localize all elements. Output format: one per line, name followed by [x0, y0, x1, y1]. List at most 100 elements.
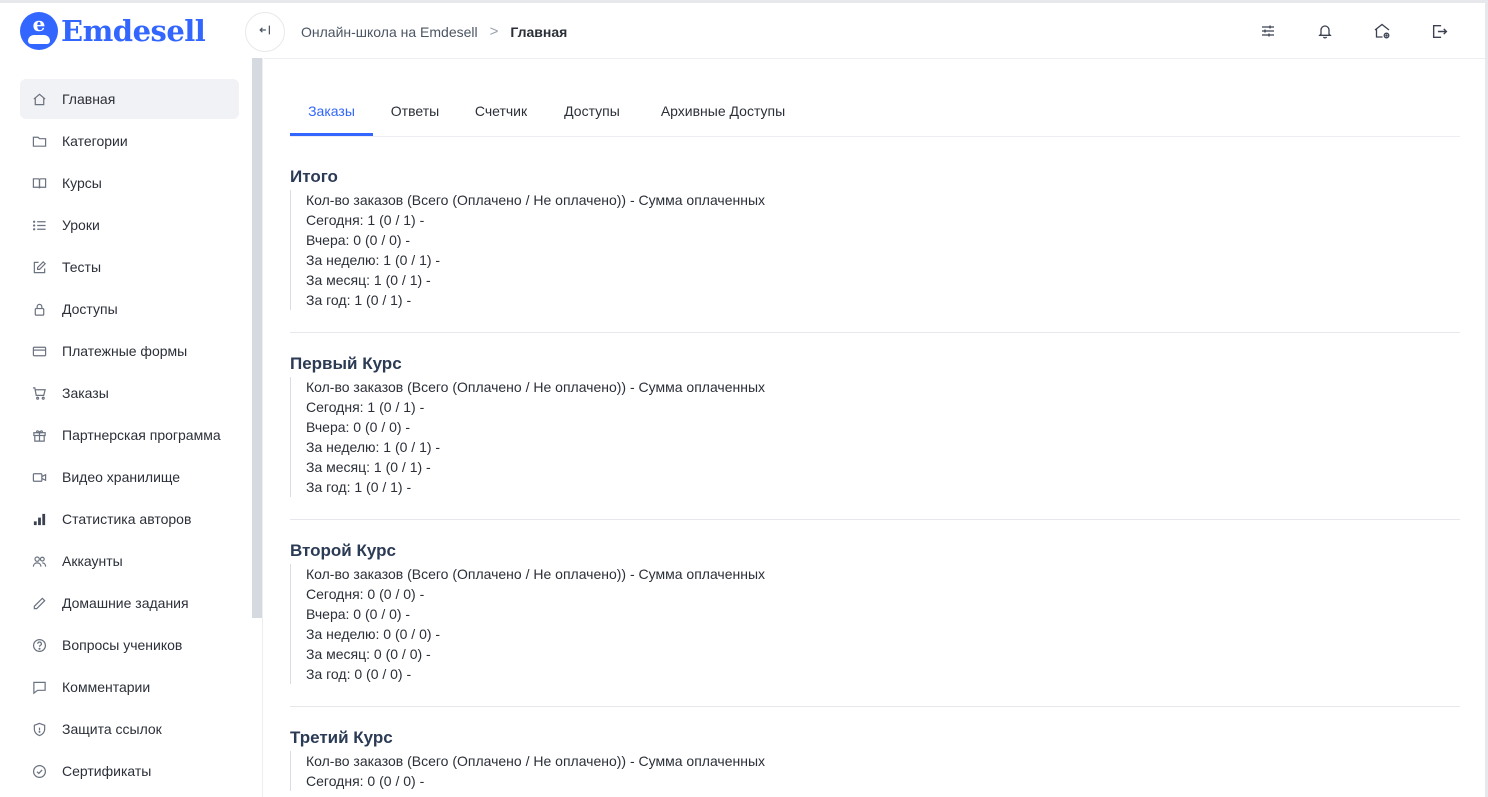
chevron-right-icon: >	[489, 23, 499, 40]
sidebar-item-label: Тесты	[62, 259, 102, 275]
section-divider	[290, 332, 1460, 333]
tab-answers[interactable]: Ответы	[379, 85, 451, 136]
sidebar-item-student-questions[interactable]: Вопросы учеников	[20, 625, 239, 665]
sidebar-item-label: Уроки	[62, 217, 100, 233]
sidebar-item-label: Вопросы учеников	[62, 637, 183, 653]
sidebar-item-label: Платежные формы	[62, 343, 188, 359]
stats-header-line: Кол-во заказов (Всего (Оплачено / Не опл…	[306, 192, 766, 208]
stats-header-line: Кол-во заказов (Всего (Оплачено / Не опл…	[306, 379, 766, 395]
tab-archived-access[interactable]: Архивные Доступы	[648, 85, 798, 136]
stat-yesterday: Вчера: 0 (0 / 0) -	[306, 232, 411, 248]
stats-list: Кол-во заказов (Всего (Оплачено / Не опл…	[290, 377, 1460, 497]
stat-week: За неделю: 1 (0 / 1) -	[306, 439, 441, 455]
logo-mark-letter: e	[32, 12, 46, 36]
video-icon	[31, 469, 47, 485]
sidebar-item-label: Доступы	[62, 301, 118, 317]
sidebar-item-label: Заказы	[62, 385, 109, 401]
sidebar-item-label: Главная	[62, 91, 116, 107]
list-icon	[31, 217, 47, 233]
sidebar-item-access[interactable]: Доступы	[20, 289, 239, 329]
lock-icon	[31, 301, 47, 317]
sidebar-item-link-protection[interactable]: Защита ссылок	[20, 709, 239, 749]
brand-logo[interactable]: e Emdesell	[20, 11, 206, 51]
sidebar-item-label: Статистика авторов	[62, 511, 192, 527]
sidebar-item-video-storage[interactable]: Видео хранилище	[20, 457, 239, 497]
sliders-icon[interactable]	[1257, 20, 1279, 42]
sidebar-item-label: Партнерская программа	[62, 427, 221, 443]
stat-year: За год: 1 (0 / 1) -	[306, 479, 412, 495]
sidebar-item-courses[interactable]: Курсы	[20, 163, 239, 203]
section-title: Итого	[290, 167, 338, 186]
stats-list: Кол-во заказов (Всего (Оплачено / Не опл…	[290, 564, 1460, 684]
stats-section-course-1: Первый Курс Кол-во заказов (Всего (Оплач…	[290, 352, 1460, 497]
app-window: e Emdesell Главная Категории Курсы Уроки…	[0, 0, 1488, 797]
sidebar-item-certificates[interactable]: Сертификаты	[20, 751, 239, 791]
bar-chart-icon	[31, 511, 47, 527]
certificate-icon	[31, 763, 47, 779]
collapse-arrow-icon	[258, 23, 272, 42]
section-title: Второй Курс	[290, 541, 396, 560]
brand-name: Emdesell	[61, 14, 206, 48]
pencil-icon	[31, 595, 47, 611]
stats-header-line: Кол-во заказов (Всего (Оплачено / Не опл…	[306, 566, 766, 582]
users-icon	[31, 553, 47, 569]
folder-icon	[31, 133, 47, 149]
sidebar-item-partner-program[interactable]: Партнерская программа	[20, 415, 239, 455]
tab-orders[interactable]: Заказы	[290, 85, 373, 136]
stats-list: Кол-во заказов (Всего (Оплачено / Не опл…	[290, 190, 1460, 310]
stat-yesterday: Вчера: 0 (0 / 0) -	[306, 606, 411, 622]
sidebar-item-label: Сертификаты	[62, 763, 152, 779]
logout-icon[interactable]	[1428, 20, 1450, 42]
sidebar-item-label: Курсы	[62, 175, 102, 191]
tab-counter[interactable]: Счетчик	[464, 85, 538, 136]
stats-section-course-3: Третий Курс Кол-во заказов (Всего (Оплач…	[290, 726, 1460, 791]
header-divider	[264, 58, 1485, 59]
bell-icon[interactable]	[1314, 20, 1336, 42]
section-divider	[290, 519, 1460, 520]
sidebar-item-tests[interactable]: Тесты	[20, 247, 239, 287]
stat-month: За месяц: 0 (0 / 0) -	[306, 646, 431, 662]
sidebar-scrollbar[interactable]	[252, 58, 262, 618]
sidebar-item-categories[interactable]: Категории	[20, 121, 239, 161]
sidebar-item-orders[interactable]: Заказы	[20, 373, 239, 413]
stat-today: Сегодня: 0 (0 / 0) -	[306, 773, 425, 789]
home-settings-icon[interactable]	[1371, 20, 1393, 42]
tab-bar: Заказы Ответы Счетчик Доступы Архивные Д…	[290, 85, 1460, 137]
book-icon	[31, 175, 47, 191]
shield-icon	[31, 721, 47, 737]
sidebar-item-payment-forms[interactable]: Платежные формы	[20, 331, 239, 371]
stat-week: За неделю: 1 (0 / 1) -	[306, 252, 441, 268]
tab-access[interactable]: Доступы	[554, 85, 630, 136]
sidebar-item-lessons[interactable]: Уроки	[20, 205, 239, 245]
cart-icon	[31, 385, 47, 401]
stats-list: Кол-во заказов (Всего (Оплачено / Не опл…	[290, 751, 1460, 791]
sidebar-item-label: Домашние задания	[62, 595, 189, 611]
stats-header-line: Кол-во заказов (Всего (Оплачено / Не опл…	[306, 753, 766, 769]
section-title: Третий Курс	[290, 728, 393, 747]
stat-week: За неделю: 0 (0 / 0) -	[306, 626, 441, 642]
breadcrumb-school-link[interactable]: Онлайн-школа на Emdesell	[301, 24, 478, 40]
sidebar-item-label: Комментарии	[62, 679, 151, 695]
credit-card-icon	[31, 343, 47, 359]
sidebar-item-author-stats[interactable]: Статистика авторов	[20, 499, 239, 539]
logo-mark-icon: e	[20, 12, 58, 50]
edit-icon	[31, 259, 47, 275]
breadcrumb: Онлайн-школа на Emdesell > Главная	[301, 23, 567, 40]
sidebar-item-label: Видео хранилище	[62, 469, 181, 485]
section-title: Первый Курс	[290, 354, 402, 373]
collapse-sidebar-button[interactable]	[245, 12, 285, 52]
stat-month: За месяц: 1 (0 / 1) -	[306, 272, 431, 288]
stat-today: Сегодня: 1 (0 / 1) -	[306, 212, 425, 228]
sidebar-item-comments[interactable]: Комментарии	[20, 667, 239, 707]
sidebar-item-label: Категории	[62, 133, 128, 149]
section-divider	[290, 706, 1460, 707]
stats-section-total: Итого Кол-во заказов (Всего (Оплачено / …	[290, 165, 1460, 310]
question-icon	[31, 637, 47, 653]
sidebar-item-label: Аккаунты	[62, 553, 123, 569]
sidebar-item-homework[interactable]: Домашние задания	[20, 583, 239, 623]
sidebar: Главная Категории Курсы Уроки Тесты Дост…	[5, 58, 263, 797]
stat-today: Сегодня: 0 (0 / 0) -	[306, 586, 425, 602]
sidebar-item-home[interactable]: Главная	[20, 79, 239, 119]
comment-icon	[31, 679, 47, 695]
sidebar-item-accounts[interactable]: Аккаунты	[20, 541, 239, 581]
